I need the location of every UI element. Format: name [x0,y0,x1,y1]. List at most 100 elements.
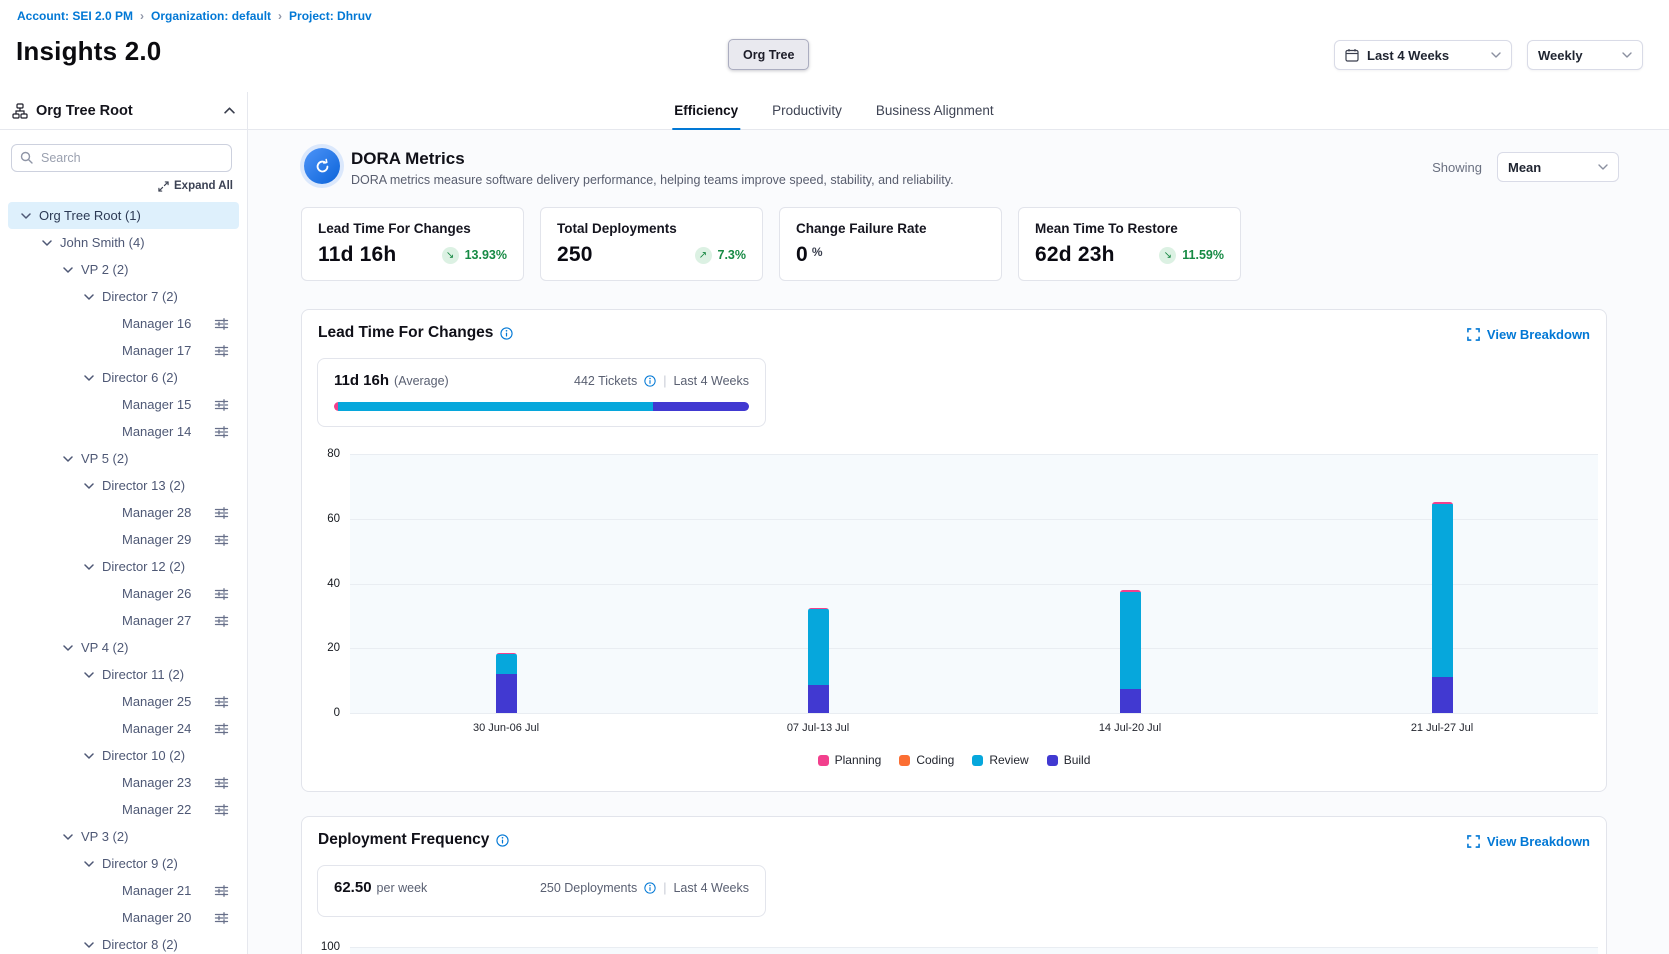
tree-row-director-10-2[interactable]: Director 10 (2) [8,742,239,769]
legend-item-build[interactable]: Build [1047,753,1091,767]
row-settings-icon[interactable] [214,587,229,601]
tree-row-label: Manager 14 [122,424,191,439]
row-settings-icon[interactable] [214,722,229,736]
tree-row-manager-21[interactable]: Manager 21 [8,877,239,904]
row-settings-icon[interactable] [214,884,229,898]
page-title: Insights 2.0 [16,36,161,67]
tree-chevron-icon[interactable] [21,213,31,219]
tree-row-vp-5-2[interactable]: VP 5 (2) [8,445,239,472]
tree-chevron-icon[interactable] [84,672,94,678]
metric-card-lead-time-for-changes: Lead Time For Changes11d 16h↘13.93% [301,207,524,281]
tree-row-manager-17[interactable]: Manager 17 [8,337,239,364]
tree-chevron-icon[interactable] [63,834,73,840]
tab-productivity[interactable]: Productivity [770,92,844,130]
row-settings-icon[interactable] [214,317,229,331]
tree-row-director-11-2[interactable]: Director 11 (2) [8,661,239,688]
tab-business-alignment[interactable]: Business Alignment [874,92,996,130]
tree-row-vp-2-2[interactable]: VP 2 (2) [8,256,239,283]
tree-chevron-icon[interactable] [84,294,94,300]
tabs: Efficiency Productivity Business Alignment [672,92,995,130]
row-settings-icon[interactable] [214,533,229,547]
showing-select[interactable]: Mean [1497,152,1619,182]
tree-row-john-smith-4[interactable]: John Smith (4) [8,229,239,256]
x-axis-label: 14 Jul-20 Jul [1099,722,1161,734]
trend-arrow-icon: ↗ [695,247,712,264]
legend-item-planning[interactable]: Planning [818,753,882,767]
tree-chevron-icon[interactable] [84,564,94,570]
view-breakdown-button[interactable]: View Breakdown [1467,327,1590,342]
legend-label: Build [1064,753,1091,767]
granularity-select[interactable]: Weekly [1527,40,1643,70]
tree-chevron-icon[interactable] [42,240,52,246]
deployment-frequency-panel: Deployment Frequency View Breakdown 62.5… [301,816,1607,954]
row-settings-icon[interactable] [214,614,229,628]
tree-chevron-icon[interactable] [84,942,94,948]
tree-row-label: Manager 28 [122,505,191,520]
tree-row-manager-22[interactable]: Manager 22 [8,796,239,823]
tree-row-label: Director 7 (2) [102,289,178,304]
row-settings-icon[interactable] [214,425,229,439]
tree-chevron-icon[interactable] [84,483,94,489]
tree-row-manager-25[interactable]: Manager 25 [8,688,239,715]
bar-segment-build [808,685,829,713]
org-tree-button[interactable]: Org Tree [728,39,809,70]
breadcrumb-item-organization[interactable]: Organization: default [151,9,271,23]
tree-chevron-icon[interactable] [63,267,73,273]
info-icon[interactable] [644,375,656,387]
expand-all-button[interactable]: Expand All [158,180,233,192]
row-settings-icon[interactable] [214,506,229,520]
row-settings-icon[interactable] [214,776,229,790]
y-axis-tick: 80 [327,448,340,460]
row-settings-icon[interactable] [214,911,229,925]
row-settings-icon[interactable] [214,398,229,412]
tab-efficiency[interactable]: Efficiency [672,92,740,130]
row-settings-icon[interactable] [214,803,229,817]
summary-divider: | [663,374,666,388]
tree-row-manager-16[interactable]: Manager 16 [8,310,239,337]
tree-row-vp-4-2[interactable]: VP 4 (2) [8,634,239,661]
row-settings-icon[interactable] [214,344,229,358]
tree-row-director-6-2[interactable]: Director 6 (2) [8,364,239,391]
metric-card-value-row: 11d 16h↘13.93% [318,243,507,267]
tree-row-manager-27[interactable]: Manager 27 [8,607,239,634]
tree-row-label: Manager 21 [122,883,191,898]
tree-chevron-icon[interactable] [84,753,94,759]
collapse-chevron-icon[interactable] [224,107,235,114]
y-axis-tick: 60 [327,513,340,525]
breadcrumb-item-project[interactable]: Project: Dhruv [289,9,372,23]
search-input[interactable] [11,144,232,172]
view-breakdown-button[interactable]: View Breakdown [1467,834,1590,849]
metric-card-value: 62d 23h [1035,243,1115,267]
tree-row-director-7-2[interactable]: Director 7 (2) [8,283,239,310]
legend-item-coding[interactable]: Coding [899,753,954,767]
tree-row-manager-24[interactable]: Manager 24 [8,715,239,742]
calendar-icon [1345,48,1359,62]
info-icon[interactable] [644,882,656,894]
tree-row-manager-26[interactable]: Manager 26 [8,580,239,607]
search-icon [20,151,33,169]
summary-count: 250 Deployments [540,881,637,895]
tree-row-manager-29[interactable]: Manager 29 [8,526,239,553]
tree-row-manager-15[interactable]: Manager 15 [8,391,239,418]
tree-row-manager-14[interactable]: Manager 14 [8,418,239,445]
breadcrumb-item-account[interactable]: Account: SEI 2.0 PM [17,9,133,23]
info-icon[interactable] [496,834,509,847]
tree-row-manager-28[interactable]: Manager 28 [8,499,239,526]
tree-row-director-8-2[interactable]: Director 8 (2) [8,931,239,954]
tree-row-org-tree-root-1[interactable]: Org Tree Root (1) [8,202,239,229]
legend-item-review[interactable]: Review [972,753,1028,767]
tree-row-director-9-2[interactable]: Director 9 (2) [8,850,239,877]
tree-chevron-icon[interactable] [63,645,73,651]
row-settings-icon[interactable] [214,695,229,709]
date-range-select[interactable]: Last 4 Weeks [1334,40,1512,70]
tree-chevron-icon[interactable] [84,375,94,381]
tree-chevron-icon[interactable] [84,861,94,867]
tree-row-manager-20[interactable]: Manager 20 [8,904,239,931]
tree-chevron-icon[interactable] [63,456,73,462]
tree-row-director-13-2[interactable]: Director 13 (2) [8,472,239,499]
tree-row-manager-23[interactable]: Manager 23 [8,769,239,796]
tree-row-vp-3-2[interactable]: VP 3 (2) [8,823,239,850]
view-breakdown-label: View Breakdown [1487,327,1590,342]
tree-row-director-12-2[interactable]: Director 12 (2) [8,553,239,580]
info-icon[interactable] [500,327,513,340]
